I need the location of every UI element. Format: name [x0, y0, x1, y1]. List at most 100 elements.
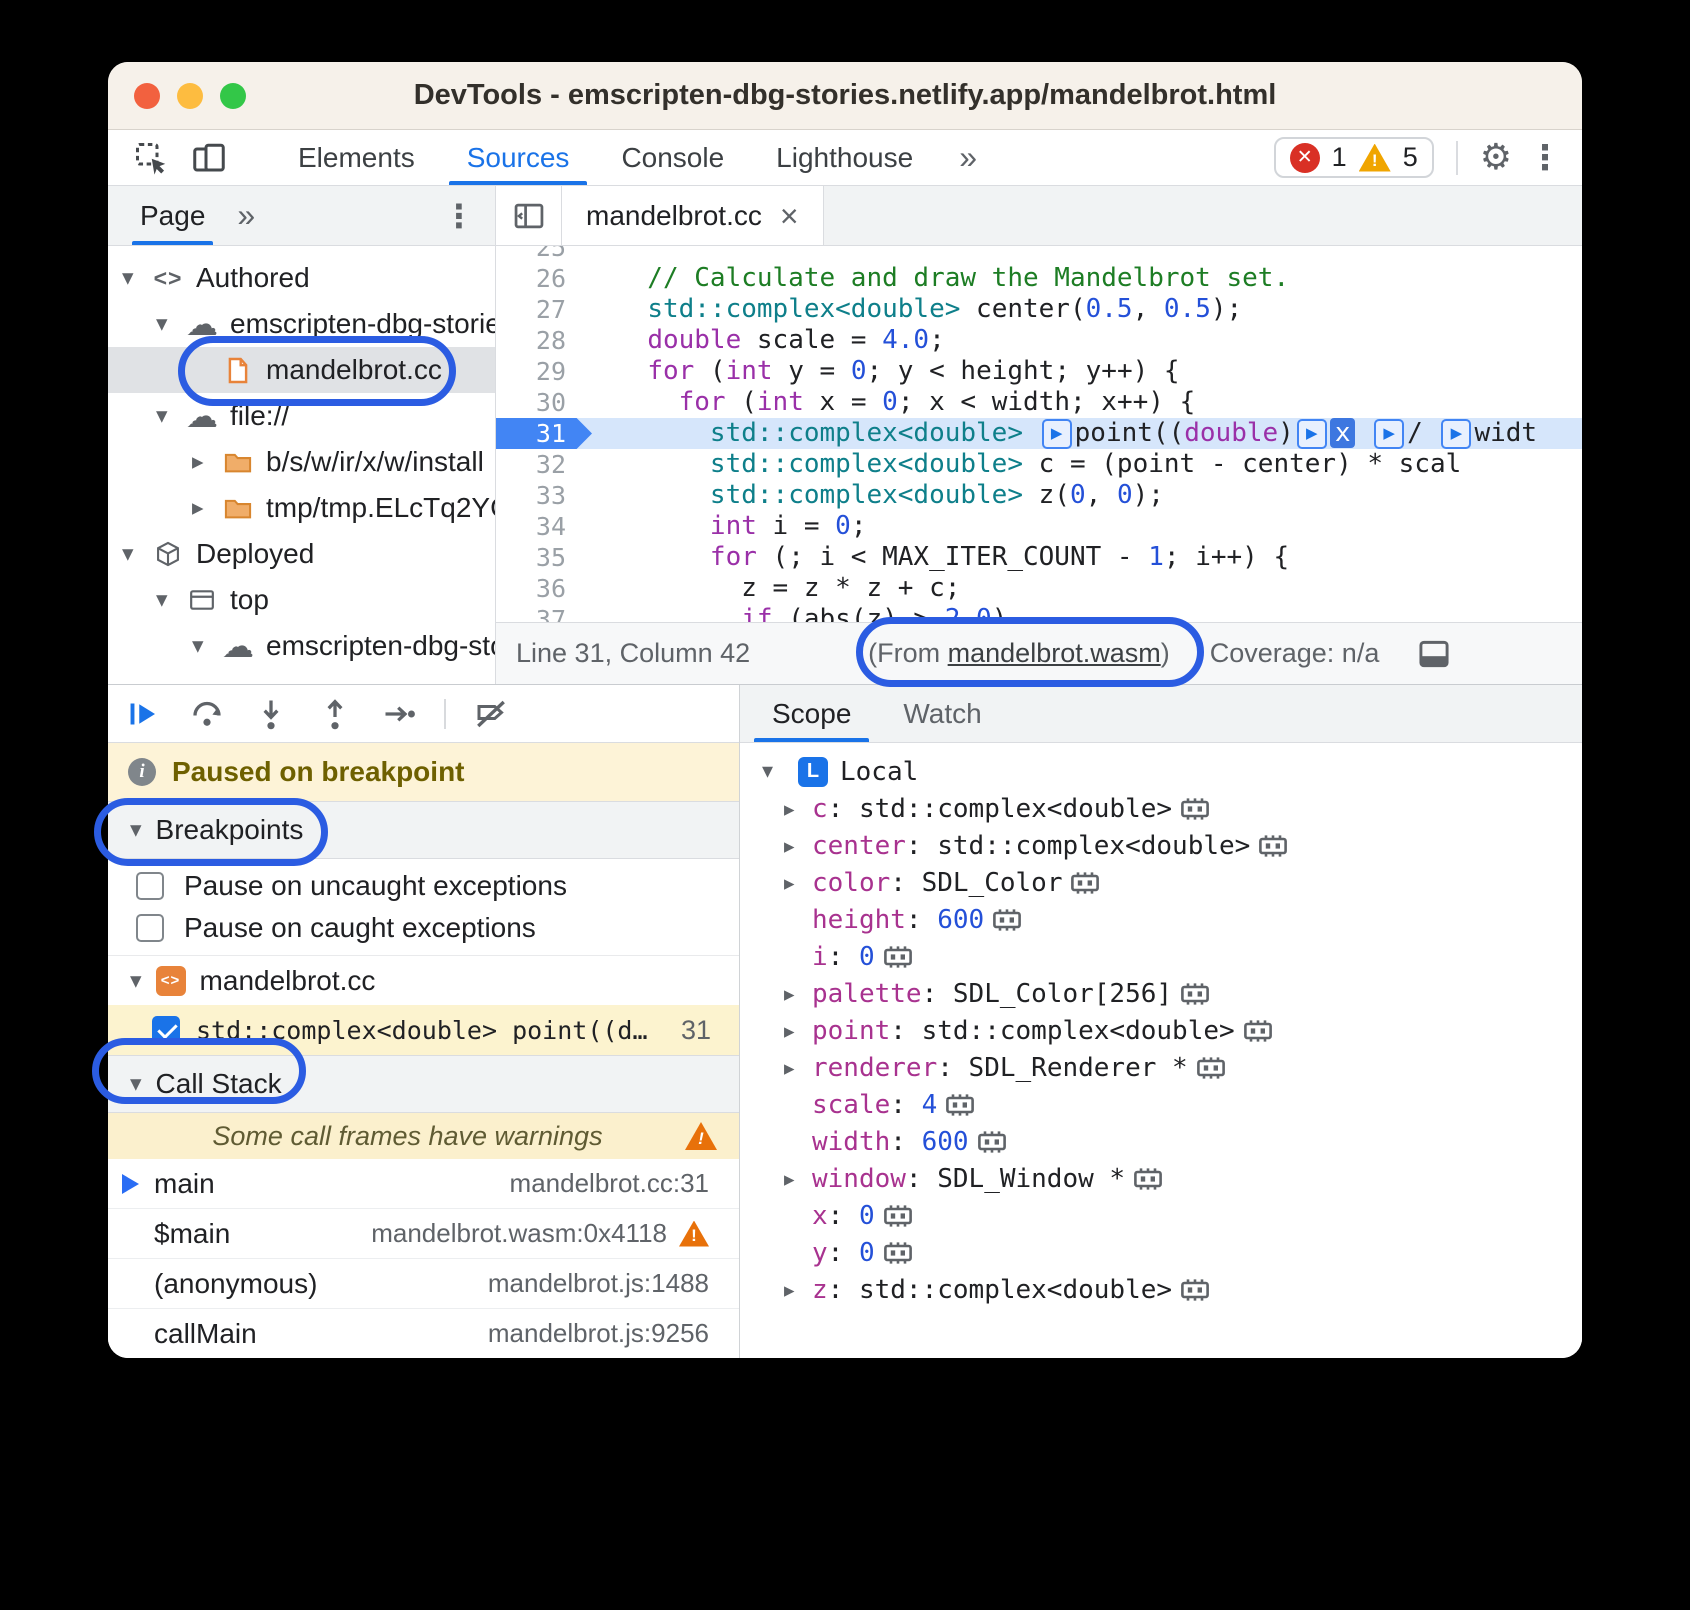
line-number[interactable]: 34 [496, 511, 592, 542]
code-editor[interactable]: 2526 // Calculate and draw the Mandelbro… [496, 246, 1582, 622]
scope-variable-row[interactable]: x 0 [740, 1197, 1582, 1234]
inline-eval-widget-icon[interactable] [1374, 419, 1404, 449]
memory-inspector-icon[interactable] [977, 1129, 1007, 1155]
toggle-navigator-icon[interactable] [496, 186, 562, 245]
expand-caret-icon[interactable] [784, 871, 812, 895]
close-tab-icon[interactable] [780, 200, 799, 232]
settings-gear-icon[interactable]: ⚙ [1480, 137, 1512, 178]
memory-inspector-icon[interactable] [1133, 1166, 1163, 1192]
step-button[interactable] [380, 695, 418, 733]
memory-inspector-icon[interactable] [1243, 1018, 1273, 1044]
memory-inspector-icon[interactable] [1180, 796, 1210, 822]
more-panels-icon[interactable]: » [939, 130, 997, 185]
memory-inspector-icon[interactable] [883, 944, 913, 970]
panel-tab[interactable]: Console [595, 130, 750, 185]
panel-tab[interactable]: Elements [272, 130, 441, 185]
scope-variable-row[interactable]: height 600 [740, 901, 1582, 938]
panel-tab[interactable]: Sources [441, 130, 596, 185]
scope-variable-row[interactable]: width 600 [740, 1123, 1582, 1160]
breakpoint-entry[interactable]: std::complex<double> point((d… 31 [108, 1005, 739, 1055]
line-number[interactable]: 36 [496, 573, 592, 604]
caret-down-icon[interactable] [156, 311, 186, 337]
line-number[interactable]: 30 [496, 387, 592, 418]
caret-down-icon[interactable] [156, 403, 186, 429]
close-window-button[interactable] [134, 83, 160, 109]
scope-variable-row[interactable]: y 0 [740, 1234, 1582, 1271]
scope-variable-row[interactable]: i 0 [740, 938, 1582, 975]
line-number[interactable]: 28 [496, 325, 592, 356]
call-stack-frame[interactable]: callMain mandelbrot.js:9256 [108, 1309, 739, 1358]
checkbox-checked[interactable] [152, 1016, 180, 1044]
tree-item[interactable]: Deployed [108, 531, 495, 577]
line-number[interactable]: 27 [496, 294, 592, 325]
checkbox-unchecked[interactable] [136, 872, 164, 900]
memory-inspector-icon[interactable] [992, 907, 1022, 933]
expand-caret-icon[interactable] [784, 1056, 812, 1080]
scope-local-header[interactable]: L Local [740, 753, 1582, 790]
caret-down-icon[interactable] [156, 587, 186, 613]
scope-variable-row[interactable]: c std::complex<double> [740, 790, 1582, 827]
collapse-caret-icon[interactable] [130, 1071, 142, 1097]
line-number[interactable]: 35 [496, 542, 592, 573]
navigator-kebab-icon[interactable]: ⋮ [443, 197, 475, 235]
scope-variable-row[interactable]: palette SDL_Color[256] [740, 975, 1582, 1012]
inline-eval-widget-icon[interactable] [1042, 419, 1072, 449]
inline-eval-widget-icon[interactable] [1297, 419, 1327, 449]
inline-eval-widget-icon[interactable] [1441, 419, 1471, 449]
call-stack-frame[interactable]: $main mandelbrot.wasm:0x4118 [108, 1209, 739, 1259]
memory-inspector-icon[interactable] [1070, 870, 1100, 896]
device-toolbar-icon[interactable] [188, 137, 230, 179]
collapse-caret-icon[interactable] [130, 968, 142, 994]
scope-variable-row[interactable]: center std::complex<double> [740, 827, 1582, 864]
line-number[interactable]: 33 [496, 480, 592, 511]
more-options-kebab-icon[interactable]: ⋮ [1528, 138, 1562, 178]
line-number[interactable]: 32 [496, 449, 592, 480]
scope-variable-row[interactable]: color SDL_Color [740, 864, 1582, 901]
caret-down-icon[interactable] [122, 265, 152, 291]
line-number[interactable]: 31 [496, 418, 592, 449]
more-navigator-tabs-icon[interactable]: » [237, 197, 255, 234]
call-stack-frame[interactable]: main mandelbrot.cc:31 [108, 1159, 739, 1209]
resume-script-button[interactable] [124, 695, 162, 733]
scope-variable-row[interactable]: z std::complex<double> [740, 1271, 1582, 1308]
breakpoint-file-group[interactable]: mandelbrot.cc [108, 955, 739, 1005]
caret-right-icon[interactable] [192, 495, 222, 521]
caret-down-icon[interactable] [192, 633, 222, 659]
call-stack-section-header[interactable]: Call Stack [108, 1055, 739, 1113]
breakpoints-section-header[interactable]: Breakpoints [108, 801, 739, 859]
memory-inspector-icon[interactable] [945, 1092, 975, 1118]
memory-inspector-icon[interactable] [1180, 1277, 1210, 1303]
memory-inspector-icon[interactable] [883, 1203, 913, 1229]
expand-caret-icon[interactable] [784, 797, 812, 821]
tree-item[interactable]: tmp/tmp.ELcTq2YC [108, 485, 495, 531]
caret-down-icon[interactable] [122, 541, 152, 567]
step-over-button[interactable] [188, 695, 226, 733]
tree-item[interactable]: mandelbrot.cc [108, 347, 495, 393]
deactivate-breakpoints-button[interactable] [472, 695, 510, 733]
step-into-button[interactable] [252, 695, 290, 733]
scope-variable-row[interactable]: scale 4 [740, 1086, 1582, 1123]
minimize-window-button[interactable] [177, 83, 203, 109]
scope-variable-row[interactable]: renderer SDL_Renderer * [740, 1049, 1582, 1086]
checkbox-unchecked[interactable] [136, 914, 164, 942]
issues-badge[interactable]: ✕ 1 5 [1274, 137, 1434, 178]
wasm-source-link[interactable]: mandelbrot.wasm [948, 638, 1161, 668]
tab-page[interactable]: Page [132, 186, 213, 245]
scope-watch-tab[interactable]: Watch [877, 685, 1007, 742]
memory-inspector-icon[interactable] [1180, 981, 1210, 1007]
expand-caret-icon[interactable] [784, 1167, 812, 1191]
zoom-window-button[interactable] [220, 83, 246, 109]
scope-watch-tab[interactable]: Scope [746, 685, 877, 742]
memory-inspector-icon[interactable] [883, 1240, 913, 1266]
tree-item[interactable]: b/s/w/ir/x/w/install [108, 439, 495, 485]
tree-item[interactable]: file:// [108, 393, 495, 439]
tree-item[interactable]: Authored [108, 255, 495, 301]
caret-down-icon[interactable] [762, 759, 786, 784]
memory-inspector-icon[interactable] [1196, 1055, 1226, 1081]
tree-item[interactable]: emscripten-dbg-stories.netlify.app [108, 623, 495, 669]
call-stack-frame[interactable]: (anonymous) mandelbrot.js:1488 [108, 1259, 739, 1309]
line-number[interactable]: 37 [496, 604, 592, 622]
expand-caret-icon[interactable] [784, 1278, 812, 1302]
memory-inspector-icon[interactable] [1258, 833, 1288, 859]
panel-toggle-icon[interactable] [1416, 638, 1452, 670]
